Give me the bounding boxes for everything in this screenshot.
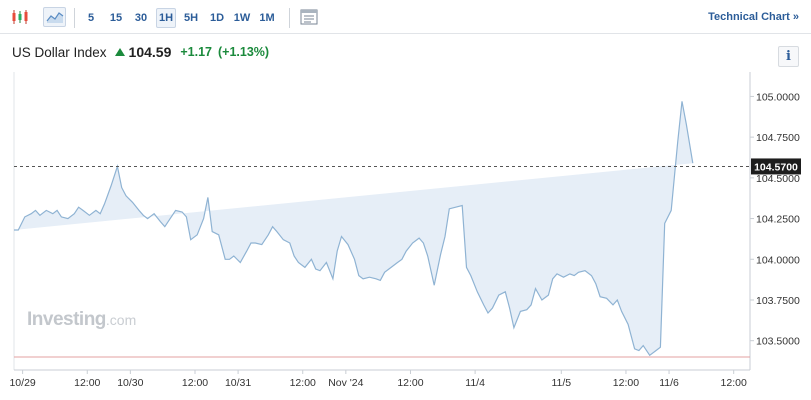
watermark-brand: Investing bbox=[27, 309, 106, 330]
y-tick-label: 104.2500 bbox=[756, 214, 800, 226]
x-tick-label: 11/4 bbox=[465, 377, 485, 389]
last-price-label: 104.5700 bbox=[754, 161, 798, 173]
y-axis: 105.0000 104.7500 104.5000 104.2500 104.0000… bbox=[750, 91, 800, 348]
x-tick-label: 12:00 bbox=[397, 377, 423, 389]
investing-watermark: Investing.com bbox=[27, 309, 136, 331]
y-tick-label: 103.5000 bbox=[756, 336, 800, 348]
x-tick-label: 10/29 bbox=[9, 377, 35, 389]
x-tick-label: 12:00 bbox=[74, 377, 100, 389]
price-chart[interactable]: 105.0000 104.7500 104.5000 104.2500 104.0000… bbox=[0, 0, 811, 400]
x-tick-label: Nov '24 bbox=[328, 377, 363, 389]
x-tick-label: 12:00 bbox=[613, 377, 639, 389]
x-tick-label: 10/31 bbox=[225, 377, 251, 389]
x-tick-label: 10/30 bbox=[117, 377, 143, 389]
x-axis: 10/29 12:00 10/30 12:00 10/31 12:00 Nov '24 12:… bbox=[9, 370, 747, 389]
x-tick-label: 12:00 bbox=[290, 377, 316, 389]
x-tick-label: 11/6 bbox=[659, 377, 679, 389]
watermark-suffix: .com bbox=[105, 312, 137, 328]
last-price-marker: 104.5700 bbox=[751, 158, 801, 175]
x-tick-label: 12:00 bbox=[182, 377, 208, 389]
y-tick-label: 103.7500 bbox=[756, 295, 800, 307]
y-tick-label: 104.0000 bbox=[756, 254, 800, 266]
y-tick-label: 104.7500 bbox=[756, 132, 800, 144]
y-tick-label: 105.0000 bbox=[756, 91, 800, 103]
x-tick-label: 11/5 bbox=[551, 377, 571, 389]
x-tick-label: 12:00 bbox=[721, 377, 747, 389]
y-tick-label: 104.5000 bbox=[756, 173, 800, 185]
